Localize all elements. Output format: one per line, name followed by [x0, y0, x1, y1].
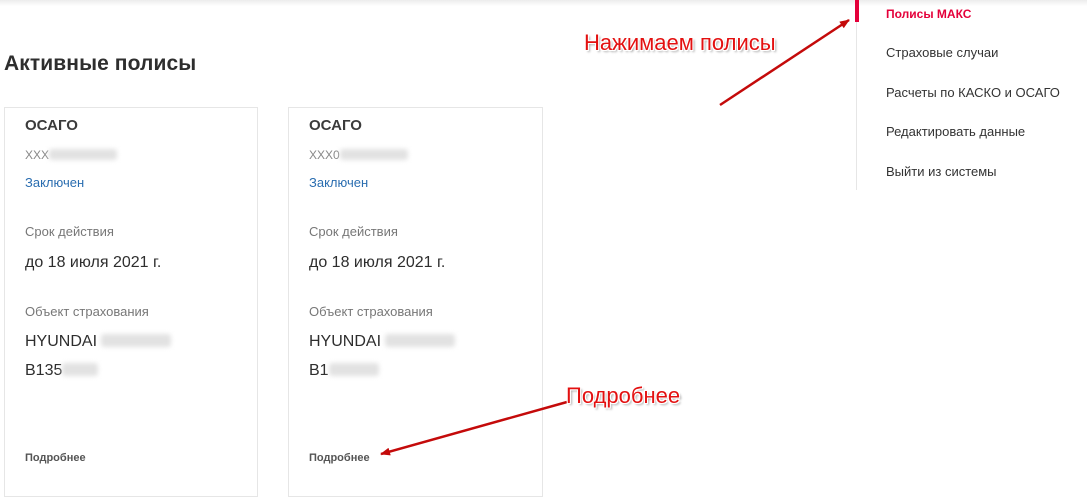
- annotation-arrows: [380, 18, 850, 456]
- annotation-policies-hint: Нажимаем полисы: [584, 30, 776, 55]
- arrow-to-details: [380, 400, 568, 456]
- annotation-details-hint: Подробнее: [566, 383, 681, 408]
